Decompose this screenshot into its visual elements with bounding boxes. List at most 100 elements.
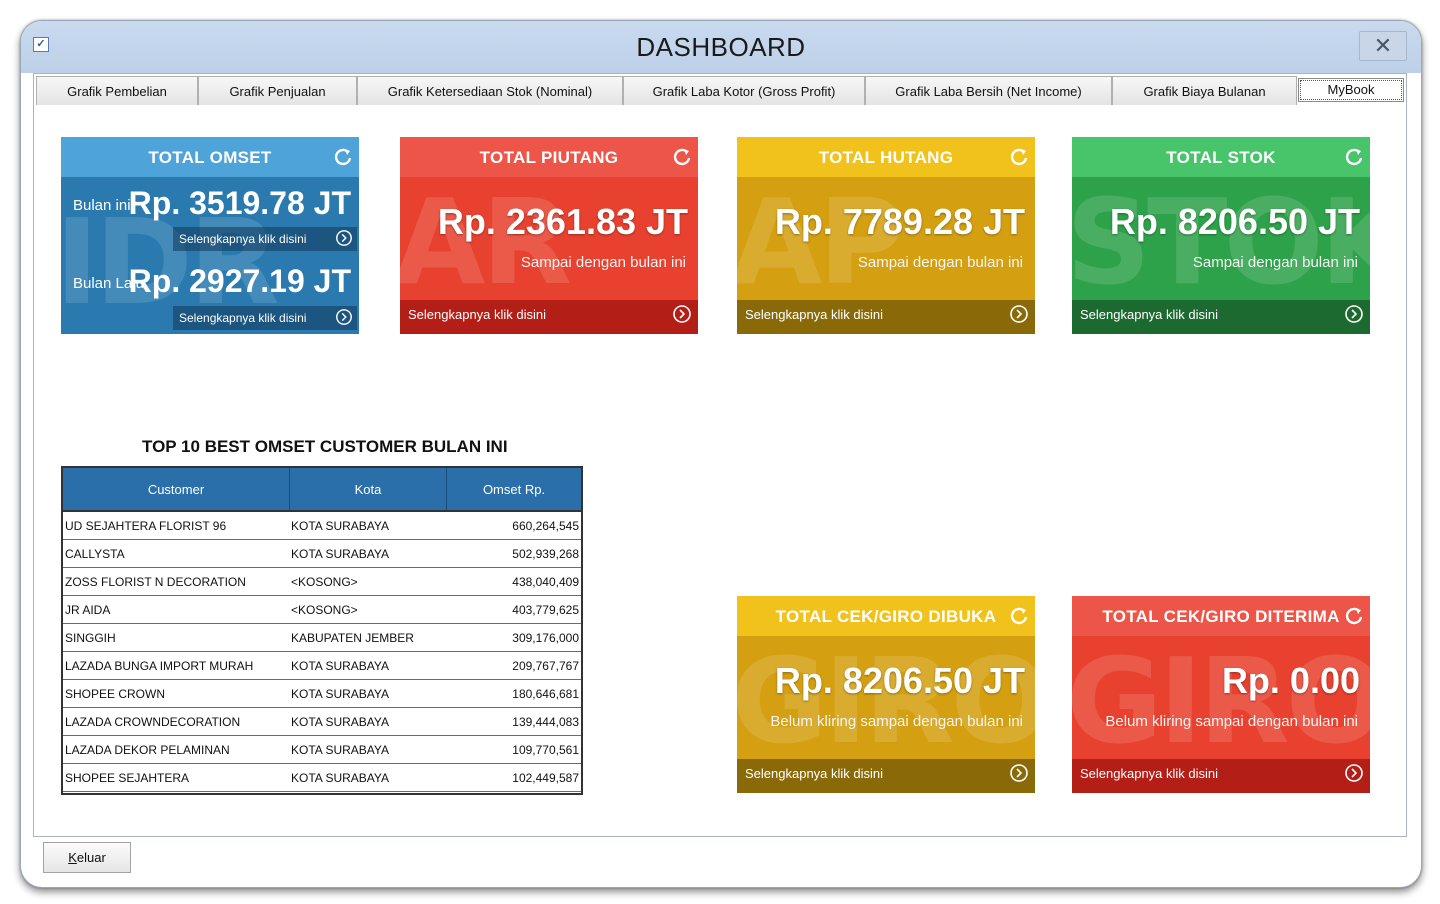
keluar-label: eluar (76, 850, 106, 865)
cell-omset: 180,646,681 (512, 687, 579, 701)
total-giro-dibuka-value: Rp. 8206.50 JT (774, 660, 1025, 701)
top-customers-title: TOP 10 BEST OMSET CUSTOMER BULAN INI (142, 437, 508, 456)
cell-kota: KOTA SURABAYA (291, 743, 390, 757)
title-bar: ✓ DASHBOARD ✕ (21, 21, 1421, 73)
total-stok-value: Rp. 8206.50 JT (1109, 201, 1360, 242)
refresh-icon[interactable] (333, 147, 353, 167)
table-row[interactable]: SHOPEE CROWN KOTA SURABAYA 180,646,681 (63, 680, 581, 708)
bulan-ini-detail-link[interactable]: Selengkapnya klik disini (173, 227, 357, 251)
bulan-ini-link-label: Selengkapnya klik disini (179, 232, 307, 246)
giro-dibuka-detail-link[interactable]: Selengkapnya klik disini (737, 759, 1035, 793)
total-giro-diterima-value: Rp. 0.00 (1221, 660, 1360, 701)
giro-dibuka-link-label: Selengkapnya klik disini (745, 766, 884, 781)
table-row[interactable]: CALLYSTA KOTA SURABAYA 502,939,268 (63, 540, 581, 568)
cell-kota: KOTA SURABAYA (291, 519, 390, 533)
tab-grafik-biaya-bulanan[interactable]: Grafik Biaya Bulanan (1112, 76, 1297, 105)
bulan-lalu-link-label: Selengkapnya klik disini (179, 311, 307, 325)
refresh-icon[interactable] (1344, 606, 1364, 626)
refresh-icon[interactable] (1344, 147, 1364, 167)
cell-customer: LAZADA DEKOR PELAMINAN (65, 743, 230, 757)
arrow-right-circle-icon (1345, 764, 1363, 782)
total-giro-diterima-title: TOTAL CEK/GIRO DITERIMA (1072, 596, 1370, 636)
table-row[interactable]: UD SEJAHTERA FLORIST 96 KOTA SURABAYA 660,… (63, 512, 581, 540)
cell-kota: KOTA SURABAYA (291, 547, 390, 561)
cell-customer: SHOPEE SEJAHTERA (65, 771, 190, 785)
column-header-kota[interactable]: Kota (290, 468, 447, 510)
piutang-detail-link[interactable]: Selengkapnya klik disini (400, 300, 698, 334)
keluar-button[interactable]: Keluar (43, 842, 131, 873)
cell-kota: <KOSONG> (291, 603, 358, 617)
cell-omset: 403,779,625 (512, 603, 579, 617)
cell-customer: ZOSS FLORIST N DECORATION (65, 575, 246, 589)
cell-omset: 109,770,561 (512, 743, 579, 757)
cell-customer: SHOPEE CROWN (65, 687, 166, 701)
cell-kota: KOTA SURABAYA (291, 715, 390, 729)
arrow-right-circle-icon (673, 305, 691, 323)
table-row[interactable]: SINGGIH KABUPATEN JEMBER 309,176,000 (63, 624, 581, 652)
arrow-right-circle-icon (1345, 305, 1363, 323)
total-giro-dibuka-subtext: Belum kliring sampai dengan bulan ini (770, 713, 1023, 730)
cell-kota: KOTA SURABAYA (291, 659, 390, 673)
table-row[interactable]: SHOPEE SEJAHTERA KOTA SURABAYA 102,449,587 (63, 764, 581, 792)
cell-omset: 139,444,083 (512, 715, 579, 729)
table-row[interactable]: LAZADA CROWNDECORATION KOTA SURABAYA 139,4… (63, 708, 581, 736)
arrow-right-circle-icon (336, 230, 352, 246)
total-omset-card: IDR TOTAL OMSET Bulan ini Rp. 3519.78 JT… (61, 137, 359, 334)
table-row[interactable]: ZOSS FLORIST N DECORATION <KOSONG> 438,040… (63, 568, 581, 596)
total-hutang-value: Rp. 7789.28 JT (774, 201, 1025, 242)
total-giro-dibuka-title: TOTAL CEK/GIRO DIBUKA (737, 596, 1035, 636)
giro-diterima-detail-link[interactable]: Selengkapnya klik disini (1072, 759, 1370, 793)
cell-customer: JR AIDA (65, 603, 111, 617)
refresh-icon[interactable] (1009, 147, 1029, 167)
window-title: DASHBOARD (636, 32, 806, 62)
tab-grafik-laba-kotor[interactable]: Grafik Laba Kotor (Gross Profit) (623, 76, 865, 105)
refresh-icon[interactable] (672, 147, 692, 167)
cell-kota: KOTA SURABAYA (291, 771, 390, 785)
bulan-lalu-detail-link[interactable]: Selengkapnya klik disini (173, 306, 357, 330)
table-row[interactable]: JR AIDA <KOSONG> 403,779,625 (63, 596, 581, 624)
cell-omset: 438,040,409 (512, 575, 579, 589)
cell-kota: KABUPATEN JEMBER (291, 631, 414, 645)
arrow-right-circle-icon (1010, 305, 1028, 323)
total-hutang-title: TOTAL HUTANG (737, 137, 1035, 177)
cell-customer: LAZADA CROWNDECORATION (65, 715, 241, 729)
bulan-ini-label: Bulan ini (73, 197, 131, 214)
cell-customer: CALLYSTA (65, 547, 125, 561)
tab-grafik-penjualan[interactable]: Grafik Penjualan (198, 76, 357, 105)
total-stok-card: STOK TOTAL STOK Rp. 8206.50 JT Sampai de… (1072, 137, 1370, 334)
arrow-right-circle-icon (1010, 764, 1028, 782)
column-header-customer[interactable]: Customer (63, 468, 290, 510)
bulan-lalu-value: Rp. 2927.19 JT (128, 263, 351, 299)
stok-link-label: Selengkapnya klik disini (1080, 307, 1219, 322)
cell-omset: 309,176,000 (512, 631, 579, 645)
cell-kota: <KOSONG> (291, 575, 358, 589)
bulan-ini-value: Rp. 3519.78 JT (128, 185, 351, 221)
total-piutang-title: TOTAL PIUTANG (400, 137, 698, 177)
column-header-omset[interactable]: Omset Rp. (447, 468, 581, 510)
table-row[interactable]: LAZADA DEKOR PELAMINAN KOTA SURABAYA 109,7… (63, 736, 581, 764)
cell-customer: UD SEJAHTERA FLORIST 96 (65, 519, 227, 533)
cell-customer: SINGGIH (65, 631, 116, 645)
hutang-detail-link[interactable]: Selengkapnya klik disini (737, 300, 1035, 334)
total-hutang-subtext: Sampai dengan bulan ini (857, 254, 1023, 271)
tab-grafik-laba-bersih[interactable]: Grafik Laba Bersih (Net Income) (865, 76, 1112, 105)
total-giro-diterima-subtext: Belum kliring sampai dengan bulan ini (1105, 713, 1358, 730)
giro-diterima-link-label: Selengkapnya klik disini (1080, 766, 1219, 781)
piutang-link-label: Selengkapnya klik disini (408, 307, 547, 322)
close-button[interactable]: ✕ (1359, 31, 1407, 61)
cell-omset: 102,449,587 (512, 771, 579, 785)
table-row[interactable]: LAZADA BUNGA IMPORT MURAH KOTA SURABAYA 20… (63, 652, 581, 680)
top-customers-table: Customer Kota Omset Rp. UD SEJAHTERA FLO… (61, 466, 583, 795)
total-omset-title: TOTAL OMSET (61, 137, 359, 177)
total-stok-title: TOTAL STOK (1072, 137, 1370, 177)
total-hutang-card: AP TOTAL HUTANG Rp. 7789.28 JT Sampai de… (737, 137, 1035, 334)
stok-detail-link[interactable]: Selengkapnya klik disini (1072, 300, 1370, 334)
total-piutang-card: AR TOTAL PIUTANG Rp. 2361.83 JT Sampai d… (400, 137, 698, 334)
tab-grafik-pembelian[interactable]: Grafik Pembelian (36, 76, 198, 105)
cell-kota: KOTA SURABAYA (291, 687, 390, 701)
tab-grafik-ketersediaan-stok[interactable]: Grafik Ketersediaan Stok (Nominal) (357, 76, 623, 105)
total-giro-dibuka-card: GIRO TOTAL CEK/GIRO DIBUKA Rp. 8206.50 J… (737, 596, 1035, 793)
cell-omset: 209,767,767 (512, 659, 579, 673)
refresh-icon[interactable] (1009, 606, 1029, 626)
tab-mybook[interactable]: MyBook (1298, 78, 1404, 102)
